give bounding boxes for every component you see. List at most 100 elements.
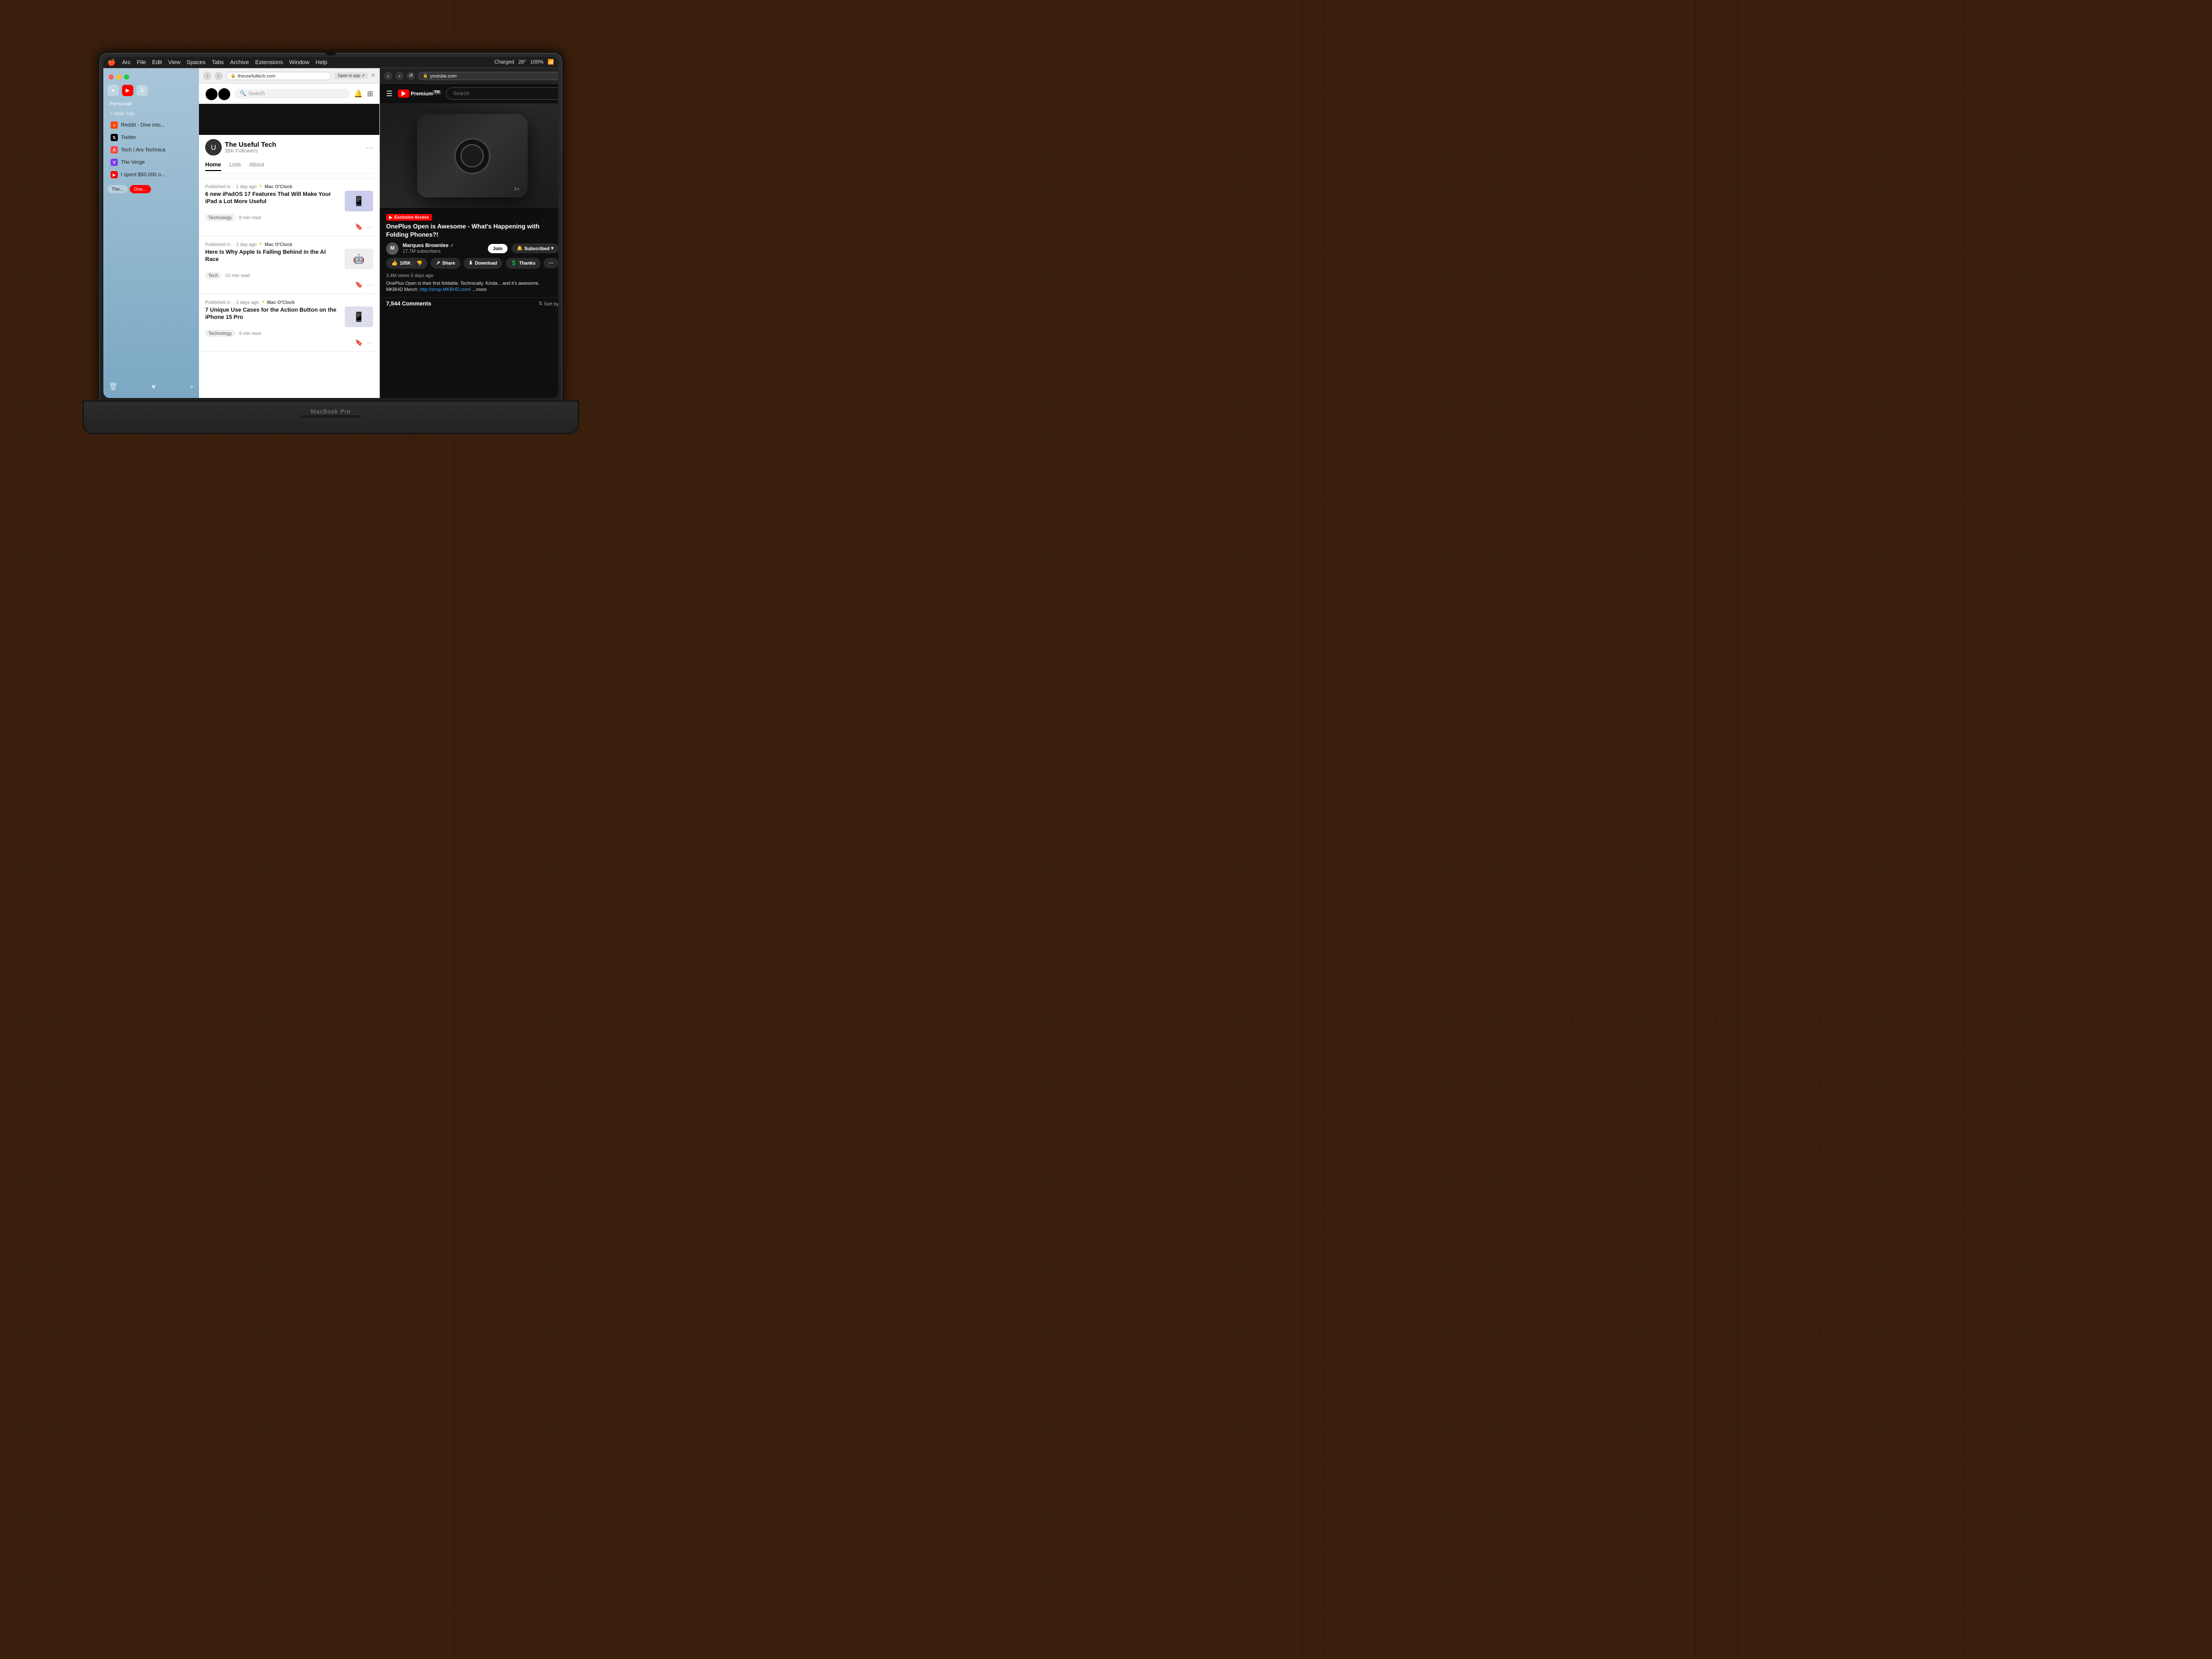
subscribed-button[interactable]: 🔔 Subscribed ▾ [512, 243, 558, 253]
tab-home[interactable]: Home [205, 162, 221, 171]
left-url-bar[interactable]: 🔒 theusefultech.com [226, 72, 331, 80]
merch-link[interactable]: http://shop.MKBHD.com/ [420, 287, 471, 292]
wifi-icon: 📶 [548, 59, 554, 65]
ars-favicon: A [111, 146, 118, 153]
menu-view[interactable]: View [168, 59, 180, 66]
thumbs-down-icon: 👎 [417, 260, 422, 266]
sidebar-icon-1[interactable]: ⏺ [107, 85, 119, 96]
article-actions-1: 🔖 ··· [205, 223, 373, 231]
sidebar-item-verge[interactable]: V The Verge [105, 157, 197, 168]
article-more-3[interactable]: ··· [367, 339, 373, 346]
article-item-1[interactable]: Published in · 1 day ago ✦ Mac O'Clock 6… [199, 178, 379, 236]
article-published-3: Published in [205, 300, 231, 305]
view-count: 3.4M views [386, 273, 409, 278]
menu-arc[interactable]: Arc [122, 59, 131, 66]
sidebar-heart-icon[interactable]: ♥ [151, 382, 156, 391]
sort-button[interactable]: ⇅ Sort by [539, 301, 558, 306]
more-actions-button[interactable]: ··· [544, 258, 558, 268]
screen: 🍎 Arc File Edit View Spaces Tabs Archive… [103, 57, 558, 398]
article-tag-1[interactable]: Technology [205, 214, 235, 221]
yt-url-bar[interactable]: 🔒 youtube.com [418, 72, 558, 80]
pinned-tab-the[interactable]: The... [107, 185, 128, 193]
sidebar-add-icon[interactable]: + [190, 382, 194, 391]
open-in-app-button[interactable]: Open in app ↗ [334, 72, 367, 79]
sidebar-trash-icon[interactable]: 🗑 [109, 382, 118, 391]
thanks-label: Thanks [519, 260, 535, 266]
yt-url-text: youtube.com [430, 73, 457, 79]
pinned-tabs-row: The... One... [103, 183, 199, 195]
yt-video-container[interactable]: 1+ [380, 104, 558, 208]
back-button[interactable]: ‹ [203, 72, 211, 80]
yt-channel-row: M Marques Brownlee ✓ 17.7M subscribers [386, 242, 558, 255]
tab-lists[interactable]: Lists [229, 162, 241, 171]
macbook-frame: 🍎 Arc File Edit View Spaces Tabs Archive… [98, 52, 563, 444]
sidebar-item-youtube50k[interactable]: ▶ I spent $50,000 o... [105, 169, 197, 180]
open-in-app-icon: ↗ [361, 73, 365, 78]
pinned-tab-one[interactable]: One... [130, 185, 151, 193]
menu-tabs[interactable]: Tabs [212, 59, 224, 66]
menu-edit[interactable]: Edit [152, 59, 162, 66]
close-button[interactable] [109, 74, 114, 80]
article-item-2[interactable]: Published in · 1 day ago ✦ Mac O'Clock H… [199, 236, 379, 294]
menu-extensions[interactable]: Extensions [255, 59, 283, 66]
menu-file[interactable]: File [137, 59, 146, 66]
article-tags-1: Technology 8 min read [205, 214, 373, 221]
article-more-2[interactable]: ··· [367, 281, 373, 288]
sidebar-icon-3[interactable]: ☰ [136, 85, 148, 96]
sidebar-item-reddit[interactable]: r Reddit - Dive into... [105, 119, 197, 131]
share-button[interactable]: ↗ Share [431, 258, 460, 269]
article-actions-2: 🔖 ··· [205, 281, 373, 288]
more-text[interactable]: ...more [472, 287, 487, 292]
article-time-val-1: 1 day ago [236, 184, 257, 189]
yt-video-description[interactable]: OnePlus Open is their first foldable. Te… [386, 280, 558, 293]
yt-tab-bar: ‹ › ↺ 🔒 youtube.com [380, 68, 558, 84]
profile-more-button[interactable]: ··· [366, 143, 373, 151]
dislike-button[interactable]: 👎 [413, 260, 422, 266]
battery-status: Charged [494, 59, 514, 65]
minimize-button[interactable] [116, 74, 121, 80]
article-more-1[interactable]: ··· [367, 223, 373, 231]
article-save-1[interactable]: 🔖 [355, 223, 363, 231]
menu-help[interactable]: Help [316, 59, 328, 66]
join-button[interactable]: Join [488, 244, 508, 253]
like-button[interactable]: 👍 105K 👎 [386, 258, 427, 269]
menu-window[interactable]: Window [289, 59, 310, 66]
tab-about[interactable]: About [249, 162, 264, 171]
article-save-3[interactable]: 🔖 [355, 339, 363, 346]
sidebar-item-ars[interactable]: A Tech | Ars Technica [105, 144, 197, 156]
article-time-sep-3: · [233, 300, 234, 305]
article-read-time-1: 8 min read [239, 215, 262, 220]
article-tag-3[interactable]: Technology [205, 330, 235, 337]
trackpad[interactable] [300, 414, 362, 419]
article-title-1: 6 new iPadOS 17 Features That Will Make … [205, 191, 341, 206]
channel-avatar[interactable]: M [386, 242, 398, 255]
profile-icon[interactable]: ⊞ [367, 89, 373, 98]
new-tab-button[interactable]: + New Tab [103, 109, 199, 119]
thanks-button[interactable]: 💲 Thanks [505, 258, 541, 269]
hamburger-menu-icon[interactable]: ☰ [386, 89, 393, 98]
forward-button[interactable]: › [214, 72, 223, 80]
yt-search-input[interactable] [453, 91, 558, 97]
article-save-2[interactable]: 🔖 [355, 281, 363, 288]
apple-menu[interactable]: 🍎 [107, 58, 116, 67]
sidebar-icon-2[interactable]: ▶ [122, 85, 133, 96]
menu-archive[interactable]: Archive [230, 59, 249, 66]
article-item-3[interactable]: Published in · 2 days ago ✦ Mac O'Clock … [199, 294, 379, 352]
article-row-1: 6 new iPadOS 17 Features That Will Make … [205, 191, 373, 211]
medium-profile-tabs: Home Lists About [205, 158, 373, 174]
maximize-button[interactable] [124, 74, 129, 80]
yt-back-button[interactable]: ‹ [384, 72, 392, 80]
yt-refresh-button[interactable]: ↺ [407, 72, 415, 80]
yt-forward-button[interactable]: › [395, 72, 404, 80]
yt-search-bar[interactable]: 🔍 [446, 87, 558, 100]
notification-icon[interactable]: 🔔 [354, 89, 363, 98]
article-thumb-1: 📱 [345, 191, 373, 211]
menu-spaces[interactable]: Spaces [187, 59, 206, 66]
article-published-1: Published in [205, 184, 231, 189]
sort-icon: ⇅ [539, 301, 543, 306]
sidebar-item-twitter[interactable]: 𝕏 Twitter [105, 132, 197, 143]
article-tag-2[interactable]: Tech [205, 272, 221, 279]
tab-close-button[interactable]: ✕ [371, 73, 375, 79]
download-button[interactable]: ⬇ Download [464, 258, 502, 269]
medium-search-bar[interactable]: 🔍 Search [235, 89, 350, 99]
